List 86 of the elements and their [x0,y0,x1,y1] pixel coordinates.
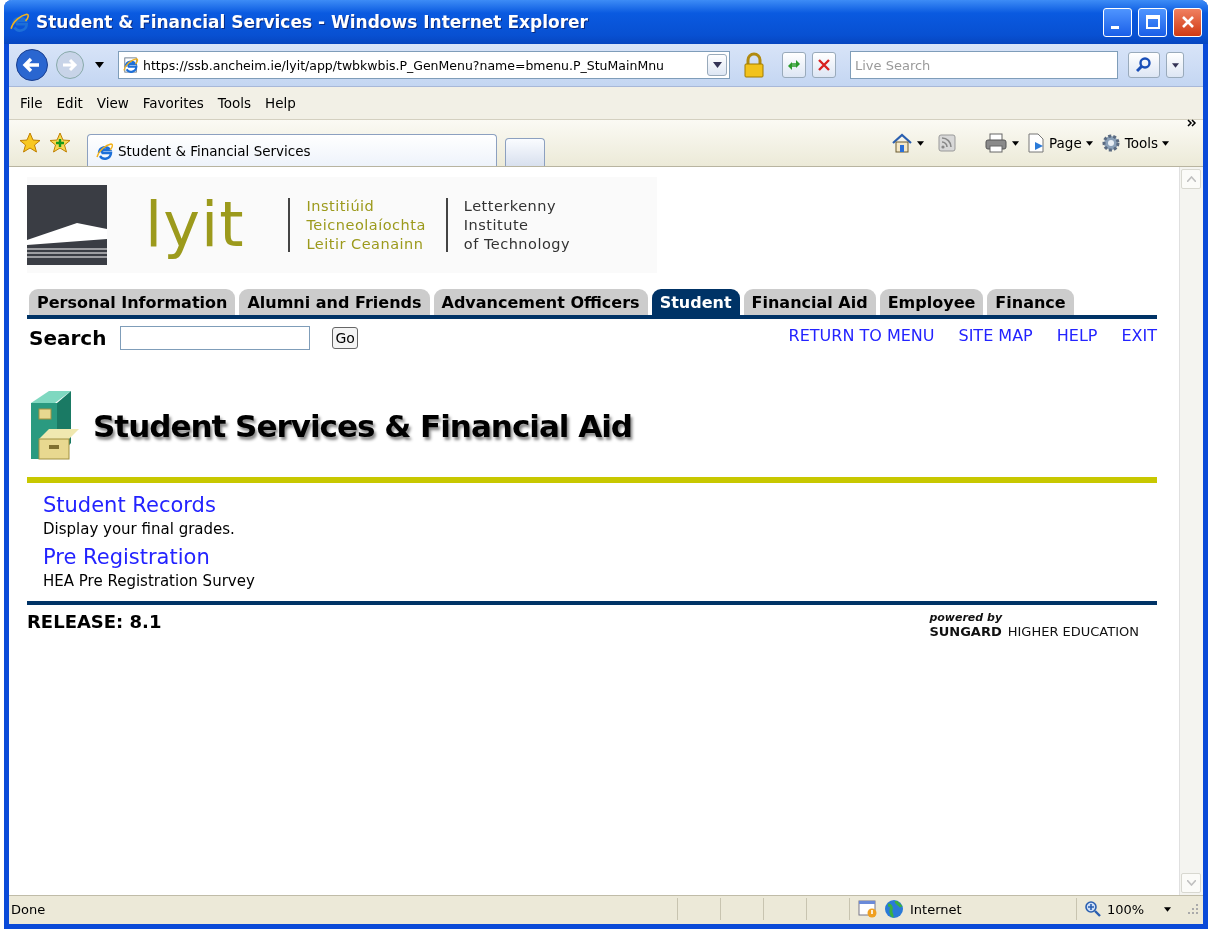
address-field[interactable]: https://ssb.ancheim.ie/lyit/app/twbkwbis.P_GenMenu?name=bmenu.P_StuMainMnu [118,51,730,79]
gear-icon [1100,133,1121,153]
maximize-button[interactable] [1138,7,1167,37]
tab[interactable]: Alumni and Friends [239,289,430,315]
feeds-icon[interactable] [938,134,957,152]
search-options-button[interactable] [1166,52,1184,78]
dropdown-button[interactable] [707,54,727,76]
dropdown-icon[interactable] [1012,140,1020,146]
search-button[interactable] [1128,52,1160,78]
menu-item[interactable]: Edit [49,95,90,111]
tab[interactable]: Personal Information [29,289,236,315]
dropdown-icon[interactable] [1085,140,1093,146]
tab[interactable]: Employee [879,289,984,315]
zoom-level[interactable]: 100% [1107,901,1145,917]
tab[interactable]: Financial Aid [743,289,876,315]
institute-name-line: Leitir Ceanainn [306,236,425,252]
caret-up-icon [1186,176,1196,182]
menu-item[interactable]: Favorites [135,95,211,111]
menu-item[interactable]: Tools [210,95,259,111]
institute-name-line: Letterkenny [463,198,558,214]
institute-name-line: Institute [463,217,530,233]
stop-icon [818,59,830,71]
tab[interactable]: Advancement Officers [433,289,648,315]
popup-warning-icon[interactable] [858,900,878,918]
search-label: Search [29,326,107,350]
menu-item[interactable]: Help [258,95,303,111]
vendor-suffix: HIGHER EDUCATION [1007,624,1139,639]
nav-link[interactable]: RETURN TO MENU [788,326,935,345]
page-icon [123,57,139,73]
release-label: RELEASE: 8.1 [27,611,162,634]
back-button[interactable] [15,48,49,82]
globe-icon [884,899,904,919]
lock-icon [742,52,766,78]
chevron-icon[interactable] [1187,119,1197,127]
minimize-icon [1110,25,1119,29]
search-icon [1136,57,1152,73]
menu-link[interactable]: Student Records [43,493,1157,517]
nav-link[interactable]: SITE MAP [958,326,1033,345]
dropdown-icon [712,62,722,68]
powered-by-label: powered by [929,611,1004,624]
vendor-logo-text: SUNGARD [929,624,1002,639]
institute-name-line: Institiúid [306,198,376,214]
close-button[interactable] [1173,7,1202,37]
home-icon[interactable] [891,133,914,153]
menu-item[interactable]: File [13,95,50,111]
resize-grip-icon [1187,903,1199,915]
search-field[interactable] [120,326,311,350]
ie-logo-icon [10,12,30,32]
maximize-icon [1145,15,1160,29]
zoom-icon[interactable] [1085,901,1101,917]
menu-link[interactable]: Pre Registration [43,545,1157,569]
favorites-star-icon[interactable] [19,132,41,154]
dropdown-icon[interactable] [95,62,104,68]
new-tab-button[interactable] [505,138,545,166]
tab[interactable]: Finance [987,289,1074,315]
ie-logo-icon [96,141,114,160]
menu-item[interactable]: View [89,95,136,111]
search-field[interactable]: Live Search [850,51,1118,79]
institute-name-line: Teicneolaíochta [306,217,426,233]
dropdown-icon [1171,62,1179,68]
page-title: Student Services & Financial Aid [93,408,633,444]
menu-description: Display your final grades. [43,520,236,538]
refresh-button[interactable] [782,52,806,78]
refresh-icon [786,58,802,72]
minimize-button[interactable] [1103,7,1132,37]
nav-link[interactable]: EXIT [1121,326,1157,345]
nav-link[interactable]: HELP [1056,326,1098,345]
dropdown-icon[interactable] [917,140,925,146]
institute-name-line: of Technology [463,236,571,252]
add-favorite-icon[interactable] [49,132,71,154]
dropdown-icon[interactable] [1162,140,1169,146]
caret-down-icon [1186,880,1196,886]
window-title: Student & Financial Services - Windows Internet Explorer [36,12,589,32]
close-icon [1180,15,1195,29]
tab[interactable]: Student [651,289,740,315]
go-button[interactable]: Go [332,327,358,349]
security-zone-label: Internet [910,901,962,917]
tools-menu[interactable]: Tools [1124,135,1158,151]
menu-description: HEA Pre Registration Survey [43,572,256,590]
stop-button[interactable] [812,52,836,78]
print-icon[interactable] [984,133,1009,153]
status-text: Done [10,901,47,917]
page-menu[interactable]: Page [1049,135,1082,151]
browser-tab[interactable]: Student & Financial Services [87,134,497,166]
dropdown-icon[interactable] [1164,906,1172,912]
page-menu-icon [1027,133,1046,153]
